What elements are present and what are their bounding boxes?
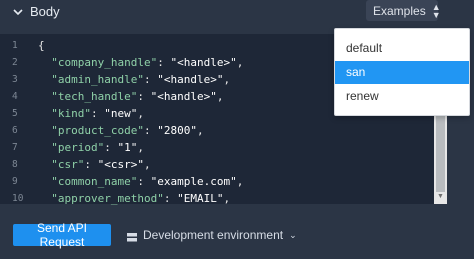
section-title: Body (30, 4, 60, 19)
line-number: 6 (12, 125, 18, 136)
line-number: 8 (12, 159, 18, 170)
code-text: "company_handle": "<handle>", (51, 56, 244, 69)
environment-selector[interactable]: Development environment ⌄ (127, 227, 297, 243)
dropdown-item-renew[interactable]: renew (335, 85, 469, 108)
code-line: 9 "common_name": "example.com", (0, 174, 430, 191)
code-text: "common_name": "example.com", (51, 175, 244, 188)
chevron-down-icon[interactable] (13, 5, 23, 20)
code-line: 7 "period": "1", (0, 140, 430, 157)
dropdown-item-san[interactable]: san (335, 61, 469, 84)
chevron-down-icon: ⌄ (289, 229, 297, 240)
dropdown-item-default[interactable]: default (335, 37, 469, 60)
line-number: 2 (12, 57, 18, 68)
line-number: 10 (12, 193, 24, 204)
examples-label: Examples (373, 3, 426, 18)
scroll-down-icon[interactable]: ▼ (437, 193, 444, 200)
examples-dropdown: default san renew (334, 28, 470, 116)
code-line: 10 "approver_method": "EMAIL", (0, 191, 430, 208)
code-text: "csr": "<csr>", (51, 158, 151, 171)
line-number: 1 (12, 40, 18, 51)
code-text: "approver_method": "EMAIL", (51, 192, 231, 205)
send-api-request-button[interactable]: Send API Request (13, 221, 111, 249)
code-line: 8 "csr": "<csr>", (0, 157, 430, 174)
line-number: 3 (12, 74, 18, 85)
code-text: "admin_handle": "<handle>", (51, 73, 231, 86)
code-text: { (38, 39, 45, 52)
server-icon (127, 231, 137, 241)
code-line: 6 "product_code": "2800", (0, 123, 430, 140)
environment-label: Development environment (143, 228, 284, 242)
line-number: 4 (12, 91, 18, 102)
code-text: "period": "1", (51, 141, 144, 154)
code-text: "tech_handle": "<handle>", (51, 90, 224, 103)
code-text: "product_code": "2800", (51, 124, 204, 137)
line-number: 5 (12, 108, 18, 119)
examples-button[interactable]: Examples ▲ ▼ (366, 0, 441, 21)
line-number: 9 (12, 176, 18, 187)
sort-icon: ▲ ▼ (431, 1, 441, 20)
line-number: 7 (12, 142, 18, 153)
code-text: "kind": "new", (51, 107, 144, 120)
